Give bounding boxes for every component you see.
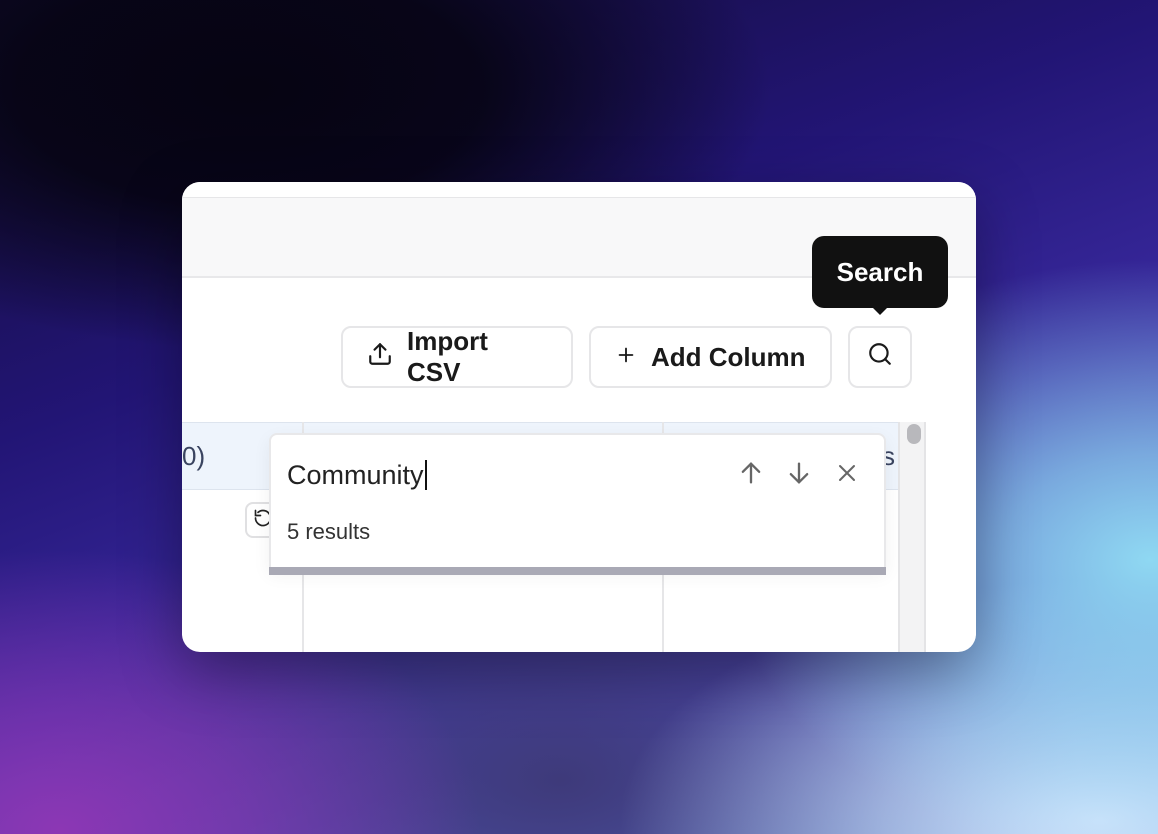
arrow-down-icon [785, 458, 813, 493]
search-progress-bar [269, 567, 886, 575]
tooltip-text: Search [836, 256, 924, 287]
column-header-fragment: 0) [182, 441, 206, 471]
app-window: Import CSV Add Column Search 0) s Commun… [182, 182, 976, 652]
next-result-button[interactable] [783, 457, 815, 493]
import-csv-button[interactable]: Import CSV [341, 326, 573, 388]
search-input[interactable]: Community [287, 455, 707, 495]
upload-icon [367, 341, 393, 374]
search-icon [867, 341, 893, 374]
search-button[interactable] [848, 326, 912, 388]
window-top-strip [182, 182, 976, 198]
previous-result-button[interactable] [735, 457, 767, 493]
add-column-button[interactable]: Add Column [589, 326, 832, 388]
scrollbar-thumb[interactable] [907, 424, 921, 444]
text-caret [424, 460, 427, 490]
search-panel: Community 5 results [269, 433, 886, 575]
plus-icon [615, 342, 637, 373]
search-results-count: 5 results [287, 519, 371, 544]
arrow-up-icon [737, 458, 765, 493]
vertical-scrollbar[interactable] [898, 422, 926, 652]
search-tooltip: Search [812, 236, 948, 315]
close-icon [835, 461, 859, 490]
close-search-button[interactable] [831, 457, 863, 493]
import-csv-label: Import CSV [407, 326, 488, 387]
add-column-label: Add Column [651, 341, 806, 372]
search-query-text: Community [287, 459, 424, 490]
